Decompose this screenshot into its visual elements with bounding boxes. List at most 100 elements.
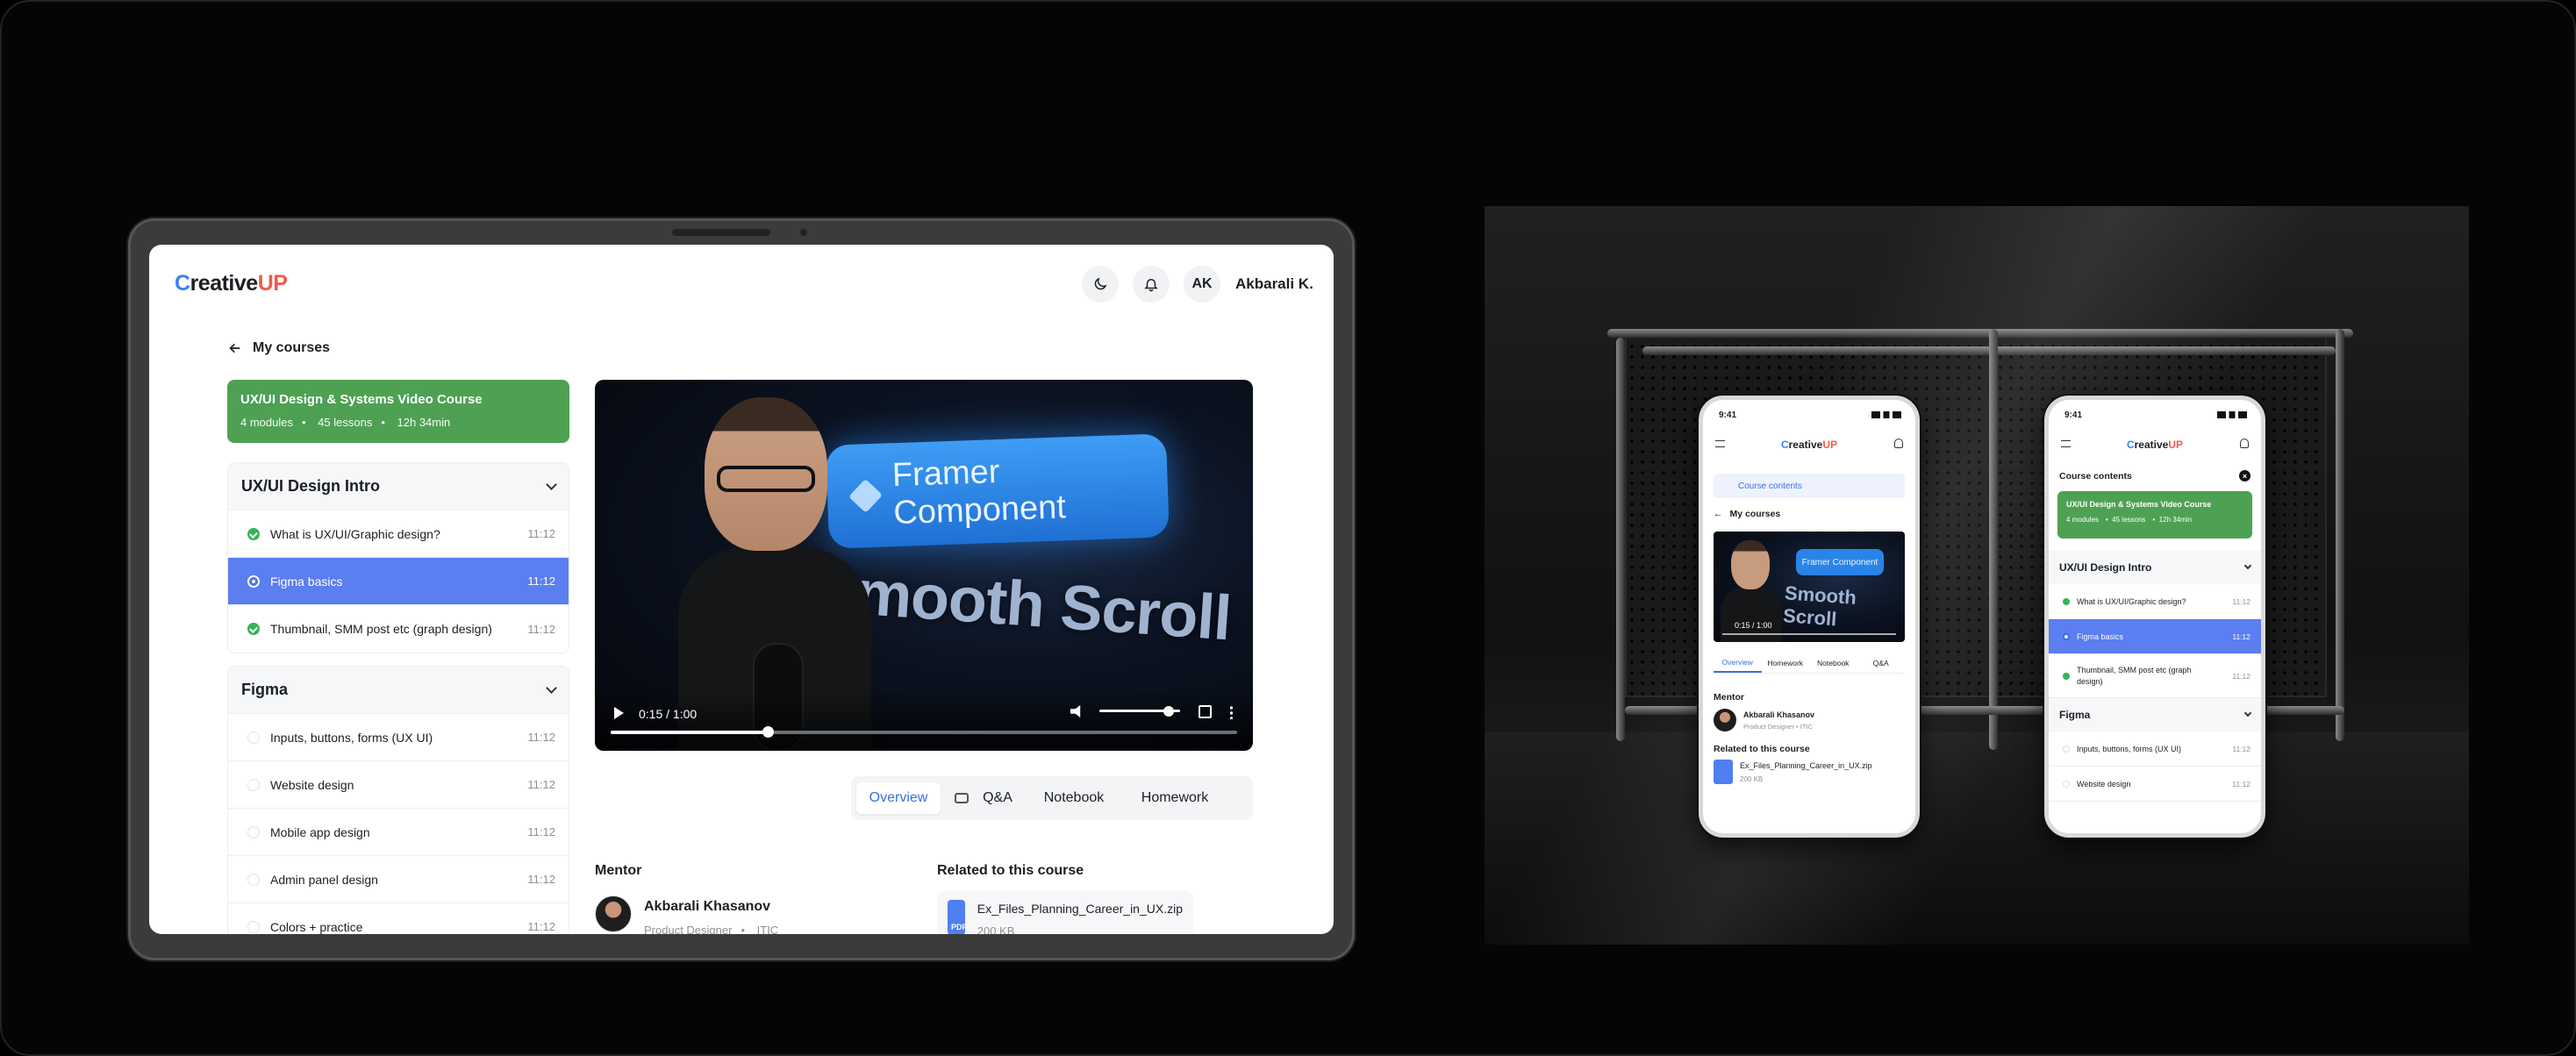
brand-logo[interactable]: CreativeUP xyxy=(2049,439,2261,451)
lesson-item[interactable]: Thumbnail, SMM post etc (graph design) 1… xyxy=(2049,654,2261,698)
lesson-time: 11:12 xyxy=(527,873,555,886)
chat-icon xyxy=(955,793,970,803)
fullscreen-icon[interactable] xyxy=(1199,705,1212,718)
course-contents-button[interactable]: Course contents xyxy=(1714,474,1905,498)
course-summary-card: UX/UI Design & Systems Video Course 4 mo… xyxy=(2057,491,2252,539)
mentor-card[interactable]: Akbarali Khasanov Product Designer • ITIC xyxy=(595,895,787,934)
check-circle-icon xyxy=(247,527,260,540)
bell-icon[interactable] xyxy=(2240,439,2249,448)
brand-logo[interactable]: CreativeUP xyxy=(175,271,288,296)
lesson-title: Thumbnail, SMM post etc (graph design) xyxy=(270,622,492,636)
tab-overview[interactable]: Overview xyxy=(856,782,941,814)
video-player[interactable]: Framer Component Smooth Scroll 0:15 / 1:… xyxy=(1714,532,1905,642)
more-icon[interactable] xyxy=(1230,705,1233,719)
presentation-frame: CreativeUP AK Akbarali K. My courses UX/… xyxy=(0,0,2576,1056)
thumbnail-text-1: Framer Component xyxy=(891,453,1067,532)
tab-notebook[interactable]: Notebook xyxy=(1021,782,1127,814)
phone-mockup-video: 9:41 CreativeUP Course contents ← My cour… xyxy=(1699,396,1920,838)
mentor-role: Product Designer xyxy=(644,924,733,934)
notifications-button[interactable] xyxy=(1133,266,1170,303)
lesson-item[interactable]: What is UX/UI/Graphic design? 11:12 xyxy=(2049,584,2261,619)
volume-knob[interactable] xyxy=(1163,706,1174,717)
module-header[interactable]: UX/UI Design Intro xyxy=(2049,551,2261,584)
lesson-item[interactable]: Thumbnail, SMM post etc (graph design) 1… xyxy=(228,605,569,653)
lesson-time: 11:12 xyxy=(2232,671,2250,681)
lesson-time: 11:12 xyxy=(527,731,555,744)
mentor-card[interactable]: Akbarali Khasanov Product Designer • ITI… xyxy=(1714,709,1905,731)
module-header[interactable]: Figma xyxy=(2049,698,2261,731)
tablet-camera-left xyxy=(672,229,679,236)
lesson-item[interactable]: Mobile app design 11:12 xyxy=(228,809,569,856)
lesson-time: 11:12 xyxy=(527,527,555,540)
tablet-mockup: CreativeUP AK Akbarali K. My courses UX/… xyxy=(128,218,1355,960)
related-file[interactable]: Ex_Files_Planning_Career_in_UX.zip 200 K… xyxy=(937,891,1193,934)
course-lessons: 45 lessons xyxy=(2112,516,2146,524)
lesson-item[interactable]: Inputs, buttons, forms (UX UI) 11:12 xyxy=(228,714,569,761)
mentor-name: Akbarali Khasanov xyxy=(644,899,771,914)
lesson-title: Website design xyxy=(270,777,354,792)
current-lesson-icon xyxy=(2063,632,2070,640)
video-progress-bar[interactable] xyxy=(611,726,1237,738)
content-tabs: Overview Q&A Notebook Homework xyxy=(851,776,1253,820)
moon-icon xyxy=(1094,277,1107,290)
chevron-down-icon xyxy=(546,479,557,490)
brand-logo[interactable]: CreativeUP xyxy=(1703,439,1915,451)
avatar[interactable]: AK xyxy=(1184,266,1220,303)
lesson-item[interactable]: Colors + practice 11:12 xyxy=(228,903,569,934)
lesson-item[interactable]: What is UX/UI/Graphic design? 11:12 xyxy=(228,510,569,558)
theme-toggle-button[interactable] xyxy=(1082,266,1119,303)
lesson-title: Website design xyxy=(2077,779,2131,788)
tab-homework[interactable]: Homework xyxy=(1127,782,1223,814)
check-circle-icon xyxy=(2063,672,2070,680)
module-header[interactable]: UX/UI Design Intro xyxy=(228,463,569,510)
arrow-left-icon: ← xyxy=(1714,509,1723,519)
mentor-company: ITIC xyxy=(756,924,779,934)
back-link[interactable]: ← My courses xyxy=(1714,509,1905,519)
module-ux-ui-intro: UX/UI Design Intro What is UX/UI/Graphic… xyxy=(227,462,569,653)
mentor-company: ITIC xyxy=(1800,722,1813,731)
lesson-title: Colors + practice xyxy=(270,919,363,934)
lesson-item-active[interactable]: Figma basics 11:12 xyxy=(228,558,569,605)
lesson-item[interactable]: Admin panel design 11:12 xyxy=(228,856,569,903)
tab-qa-label: Q&A xyxy=(983,790,1013,805)
tab-homework[interactable]: Homework xyxy=(1762,653,1810,673)
video-player[interactable]: Framer Component Smooth Scroll 0:15 / 1:… xyxy=(595,380,1253,751)
course-title: UX/UI Design & Systems Video Course xyxy=(2066,500,2212,509)
file-name: Ex_Files_Planning_Career_in_UX.zip xyxy=(1740,760,1872,770)
back-label: My courses xyxy=(253,340,331,355)
bell-icon[interactable] xyxy=(1894,439,1903,448)
course-duration: 12h 34min xyxy=(2158,516,2193,524)
back-link[interactable]: My courses xyxy=(228,340,330,356)
lesson-item[interactable]: Website design 11:12 xyxy=(228,761,569,809)
course-meta: 4 modules • 45 lessons • 12h 34min xyxy=(240,416,451,429)
circle-icon xyxy=(247,731,260,744)
video-progress-knob[interactable] xyxy=(762,726,774,738)
thumbnail-text-2: Smooth Scroll xyxy=(812,554,1234,654)
module-figma: Figma Inputs, buttons, forms (UX UI) 11:… xyxy=(227,666,569,934)
video-progress-bar[interactable] xyxy=(1722,633,1896,635)
chevron-down-icon xyxy=(546,682,557,694)
module-header[interactable]: Figma xyxy=(228,667,569,714)
thumbnail-framer-pill: Framer Component xyxy=(826,433,1170,549)
lesson-item-active[interactable]: Figma basics 11:12 xyxy=(2049,619,2261,654)
play-icon[interactable] xyxy=(614,707,624,719)
tab-notebook[interactable]: Notebook xyxy=(1809,653,1857,673)
user-name[interactable]: Akbarali K. xyxy=(1235,275,1313,293)
circle-icon xyxy=(247,778,260,791)
tab-qa[interactable]: Q&A xyxy=(1857,653,1906,673)
mentor-role: Product Designer xyxy=(1743,722,1794,731)
course-title: UX/UI Design & Systems Video Course xyxy=(240,392,483,407)
lesson-title: What is UX/UI/Graphic design? xyxy=(270,526,440,541)
check-circle-icon xyxy=(247,623,260,635)
related-file[interactable]: Ex_Files_Planning_Career_in_UX.zip 200 K… xyxy=(1714,760,1905,784)
lesson-item[interactable]: Website design 11:12 xyxy=(2049,767,2261,802)
mentor-avatar xyxy=(595,895,632,932)
lesson-time: 11:12 xyxy=(2232,631,2250,641)
mentor-name: Akbarali Khasanov xyxy=(1743,710,1815,719)
lesson-item[interactable]: Inputs, buttons, forms (UX UI) 11:12 xyxy=(2049,731,2261,767)
close-icon[interactable]: × xyxy=(2239,470,2250,482)
tab-qa[interactable]: Q&A xyxy=(941,782,1021,814)
file-icon xyxy=(948,900,967,934)
mentor-avatar xyxy=(1714,709,1736,731)
tab-overview[interactable]: Overview xyxy=(1714,653,1762,673)
